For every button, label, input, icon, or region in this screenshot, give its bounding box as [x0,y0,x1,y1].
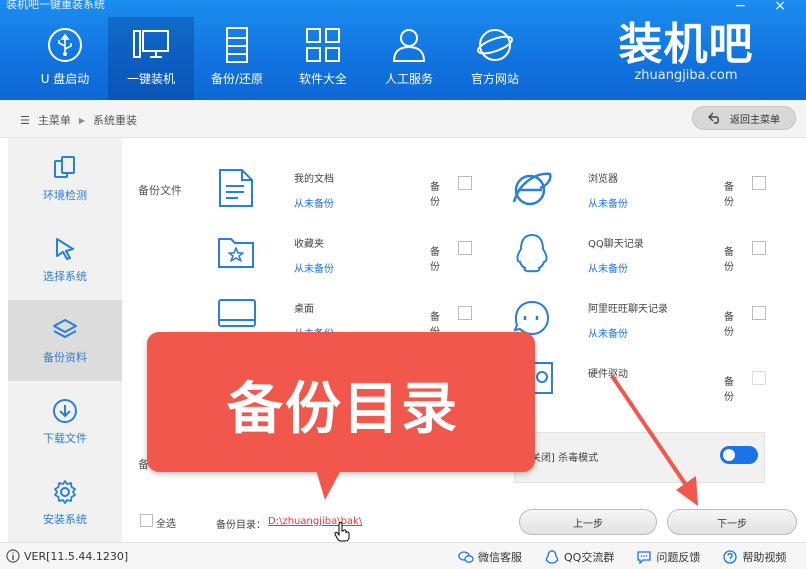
footer-link-label: 微信客服 [478,551,522,564]
footer-link-label: 问题反馈 [656,551,701,564]
help-icon [723,550,737,564]
footer-link-label: 帮助视频 [742,551,787,564]
footer-links: 微信客服 QQ交流群 问题反馈 帮助视频 [458,549,786,565]
chat-icon [637,551,651,564]
qq-small-icon [545,550,559,564]
feedback-link[interactable]: 问题反馈 [636,549,700,565]
annotation-arrow [610,374,698,506]
help-video-link[interactable]: 帮助视频 [722,549,786,565]
app-window: 装机吧一键重装系统 − × U 盘启动 一键装机 备份/还原 软件大全 人工服务… [0,0,806,569]
version-text: VER[11.5.44.1230] [24,549,129,563]
version-info: VER[11.5.44.1230] [6,549,128,563]
wechat-icon [458,551,474,563]
footer-link-label: QQ交流群 [564,551,615,564]
status-bar: VER[11.5.44.1230] 微信客服 QQ交流群 问题反馈 帮助视频 [0,542,806,569]
info-icon [6,549,20,563]
qq-group-link[interactable]: QQ交流群 [544,549,614,565]
wechat-support-link[interactable]: 微信客服 [458,549,522,565]
